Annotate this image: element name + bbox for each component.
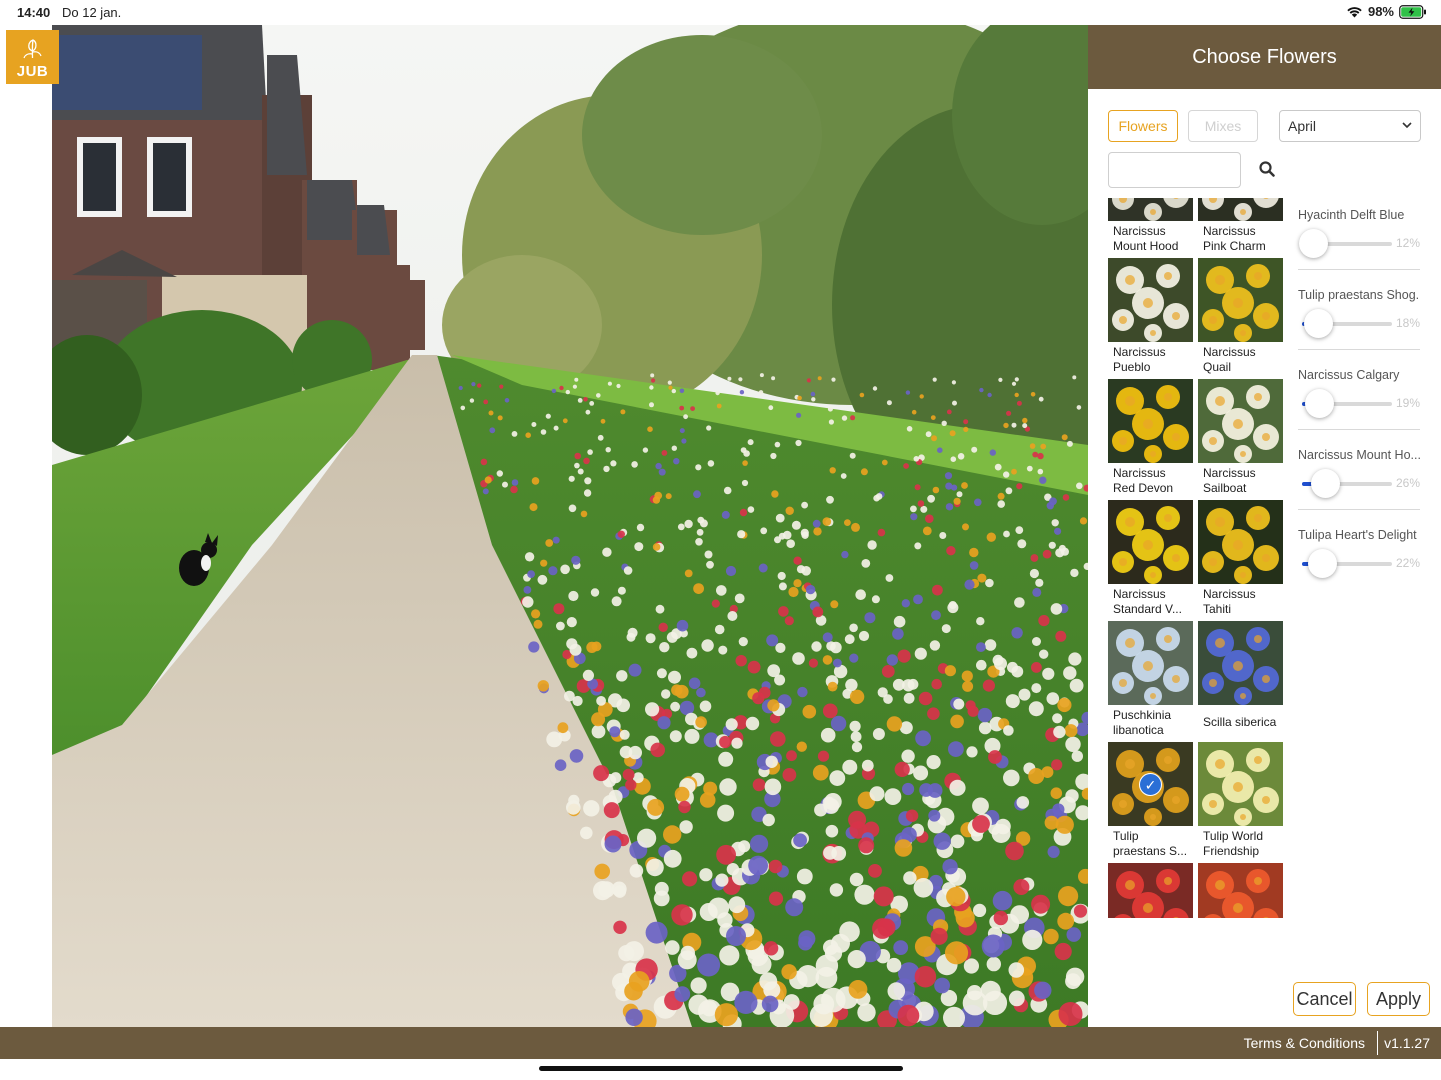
flower-thumbnail [1108, 621, 1193, 705]
flower-name: Puschkinia libanotica [1113, 708, 1172, 737]
flower-tile[interactable]: Puschkinia libanotica [1108, 621, 1193, 742]
mix-percent: 22% [1395, 556, 1420, 570]
flower-thumbnail [1198, 258, 1283, 342]
flower-tile[interactable]: Narcissus Sailboat [1198, 379, 1283, 500]
flower-name: Narcissus Pueblo [1113, 345, 1166, 374]
flower-grid: Narcissus Mount Hood Narcissus Pink Charm… [1108, 198, 1283, 918]
search-icon[interactable] [1258, 160, 1276, 178]
flower-thumbnail [1108, 379, 1193, 463]
mix-slider-row: Tulipa Heart's Delight 22% [1298, 528, 1420, 590]
wifi-icon [1346, 5, 1363, 18]
flower-name: Narcissus Red Devon [1113, 466, 1174, 495]
cancel-button[interactable]: Cancel [1293, 982, 1356, 1016]
status-date: Do 12 jan. [62, 5, 122, 20]
mix-divider [1298, 349, 1420, 350]
mix-slider-thumb[interactable] [1308, 549, 1337, 578]
tab-mixes[interactable]: Mixes [1188, 110, 1258, 142]
garden-photo[interactable] [52, 25, 1088, 1027]
flower-tile[interactable]: Narcissus Tahiti [1198, 500, 1283, 621]
flower-tile[interactable]: ✓ Tulip praestans S... [1108, 742, 1193, 863]
flower-thumbnail [1108, 258, 1193, 342]
flower-thumbnail [1108, 198, 1193, 221]
choose-flowers-panel: Choose Flowers Flowers Mixes April Narci… [1088, 25, 1441, 1027]
mix-divider [1298, 429, 1420, 430]
mix-slider-row: Narcissus Calgary 19% [1298, 368, 1420, 430]
flower-tile[interactable]: Narcissus Pueblo [1108, 258, 1193, 379]
home-indicator[interactable] [539, 1066, 903, 1071]
flower-thumbnail [1198, 863, 1283, 918]
mix-flower-name: Narcissus Calgary [1298, 368, 1400, 382]
tulip-logo-icon [23, 39, 42, 59]
battery-charging-icon [1399, 4, 1427, 19]
flower-thumbnail [1198, 500, 1283, 584]
mix-flower-name: Tulipa Heart's Delight [1298, 528, 1417, 542]
mix-slider-thumb[interactable] [1305, 389, 1334, 418]
flower-name: Tulip praestans S... [1113, 829, 1188, 858]
mix-slider-thumb[interactable] [1304, 309, 1333, 338]
flower-name: Tulip World Friendship [1203, 829, 1264, 858]
terms-link[interactable]: Terms & Conditions [1244, 1035, 1365, 1051]
mix-percent: 18% [1395, 316, 1420, 330]
month-select[interactable]: April [1279, 110, 1421, 142]
mix-divider [1298, 269, 1420, 270]
flower-tile[interactable]: Tulip World Friendship [1198, 742, 1283, 863]
mix-slider-row: Tulip praestans Shog... 18% [1298, 288, 1420, 350]
logo-text: JUB [16, 63, 49, 80]
mix-percent: 19% [1395, 396, 1420, 410]
flower-thumbnail [1198, 379, 1283, 463]
search-input[interactable] [1108, 152, 1241, 188]
footer-bar: Terms & Conditions v1.1.27 [0, 1027, 1441, 1059]
flower-tile[interactable]: Narcissus Red Devon [1108, 379, 1193, 500]
flower-thumbnail [1108, 500, 1193, 584]
flower-name: Narcissus Sailboat [1203, 466, 1256, 495]
mix-divider [1298, 509, 1420, 510]
flower-tile[interactable]: Narcissus Standard V... [1108, 500, 1193, 621]
flower-name: Narcissus Mount Hood [1113, 224, 1179, 253]
flower-thumbnail [1198, 198, 1283, 221]
apply-button[interactable]: Apply [1367, 982, 1430, 1016]
flower-tile[interactable]: Scilla siberica [1198, 621, 1283, 742]
mix-slider-thumb[interactable] [1299, 229, 1328, 258]
mix-flower-name: Tulip praestans Shog... [1298, 288, 1420, 302]
flower-name: Narcissus Pink Charm [1203, 224, 1266, 253]
mix-percent: 26% [1395, 476, 1420, 490]
footer-divider [1377, 1031, 1378, 1055]
flower-thumbnail [1198, 742, 1283, 826]
flower-tile[interactable]: Narcissus Quail [1198, 258, 1283, 379]
flower-tile[interactable] [1198, 863, 1283, 918]
flower-tile[interactable]: Narcissus Mount Hood [1108, 198, 1193, 258]
tab-flowers[interactable]: Flowers [1108, 110, 1178, 142]
panel-title: Choose Flowers [1088, 25, 1441, 89]
flower-name: Narcissus Tahiti [1203, 587, 1256, 616]
month-select-value: April [1288, 118, 1317, 134]
flower-tile[interactable]: Narcissus Pink Charm [1198, 198, 1283, 258]
chevron-down-icon [1402, 111, 1412, 152]
mix-slider-thumb[interactable] [1311, 469, 1340, 498]
mix-percent: 12% [1395, 236, 1420, 250]
flower-name: Narcissus Standard V... [1113, 587, 1182, 616]
flower-tile[interactable] [1108, 863, 1193, 918]
flower-name: Scilla siberica [1203, 715, 1277, 729]
flower-name: Narcissus Quail [1203, 345, 1256, 374]
flower-thumbnail [1198, 621, 1283, 705]
mix-flower-name: Hyacinth Delft Blue [1298, 208, 1405, 222]
status-indicators: 98% [1346, 4, 1427, 19]
battery-percent: 98% [1367, 4, 1394, 19]
status-bar: 14:40 Do 12 jan. 98% [0, 0, 1441, 25]
selected-check-icon: ✓ [1139, 773, 1162, 796]
jub-logo[interactable]: JUB [6, 30, 59, 84]
app-version: v1.1.27 [1384, 1035, 1430, 1051]
mix-slider-row: Hyacinth Delft Blue 12% [1298, 208, 1420, 270]
flower-thumbnail [1108, 863, 1193, 918]
mix-slider-row: Narcissus Mount Ho... 26% [1298, 448, 1420, 510]
mix-flower-name: Narcissus Mount Ho... [1298, 448, 1420, 462]
status-time: 14:40 [17, 5, 51, 20]
